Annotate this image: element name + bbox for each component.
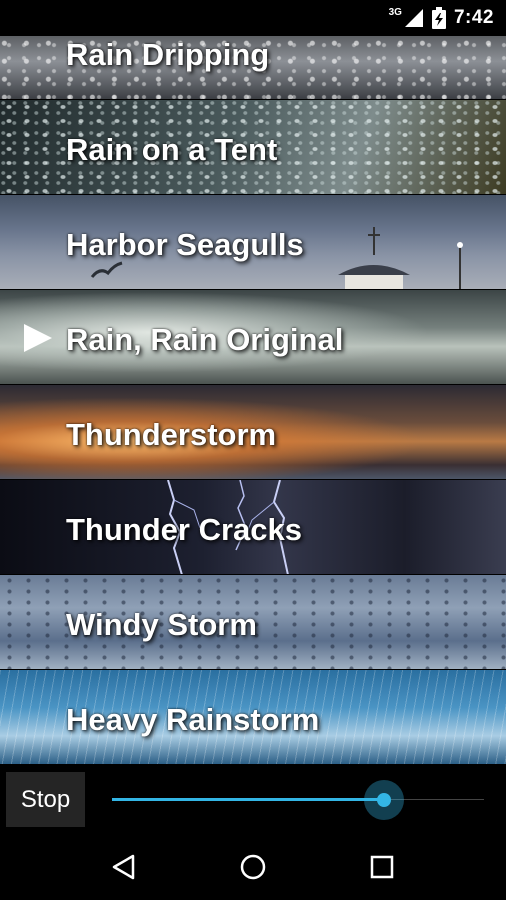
sound-label: Heavy Rainstorm bbox=[66, 702, 320, 737]
sound-item-thunderstorm[interactable]: Thunderstorm bbox=[0, 385, 506, 480]
sound-label: Thunderstorm bbox=[66, 417, 277, 452]
back-icon bbox=[113, 854, 135, 880]
slider-thumb[interactable] bbox=[377, 793, 391, 807]
sound-item-harbor-seagulls[interactable]: Harbor Seagulls bbox=[0, 195, 506, 290]
navigation-bar bbox=[0, 834, 506, 900]
sound-label: Rain, Rain Original bbox=[66, 322, 344, 357]
sound-item-rain-on-a-tent[interactable]: Rain on a Tent bbox=[0, 100, 506, 195]
sound-label: Rain Dripping bbox=[66, 37, 270, 72]
volume-slider[interactable] bbox=[112, 780, 484, 820]
home-button[interactable] bbox=[229, 843, 277, 891]
sound-label: Windy Storm bbox=[66, 607, 257, 642]
recents-icon bbox=[370, 855, 393, 879]
status-bar: 3G 7:42 bbox=[0, 0, 506, 36]
sound-item-thunder-cracks[interactable]: Thunder Cracks bbox=[0, 480, 506, 575]
sound-list: Rain Dripping Rain on a Tent Harbor Seag… bbox=[0, 36, 506, 766]
sound-item-windy-storm[interactable]: Windy Storm bbox=[0, 575, 506, 670]
playback-controls: Stop bbox=[0, 766, 506, 834]
sound-label: Rain on a Tent bbox=[66, 132, 278, 167]
battery-icon bbox=[431, 7, 446, 29]
slider-fill bbox=[112, 798, 384, 801]
sound-item-rain-rain-original[interactable]: Rain, Rain Original bbox=[0, 290, 506, 385]
back-button[interactable] bbox=[100, 843, 148, 891]
play-icon bbox=[24, 324, 52, 352]
recents-button[interactable] bbox=[358, 843, 406, 891]
clock: 7:42 bbox=[453, 7, 494, 28]
signal-icon bbox=[404, 9, 423, 27]
home-icon bbox=[240, 854, 266, 880]
sound-item-rain-dripping[interactable]: Rain Dripping bbox=[0, 36, 506, 100]
sound-label: Harbor Seagulls bbox=[66, 227, 304, 262]
sound-item-heavy-rainstorm[interactable]: Heavy Rainstorm bbox=[0, 670, 506, 765]
sound-label: Thunder Cracks bbox=[66, 512, 303, 547]
network-type: 3G bbox=[388, 6, 402, 18]
stop-button[interactable]: Stop bbox=[6, 772, 85, 827]
